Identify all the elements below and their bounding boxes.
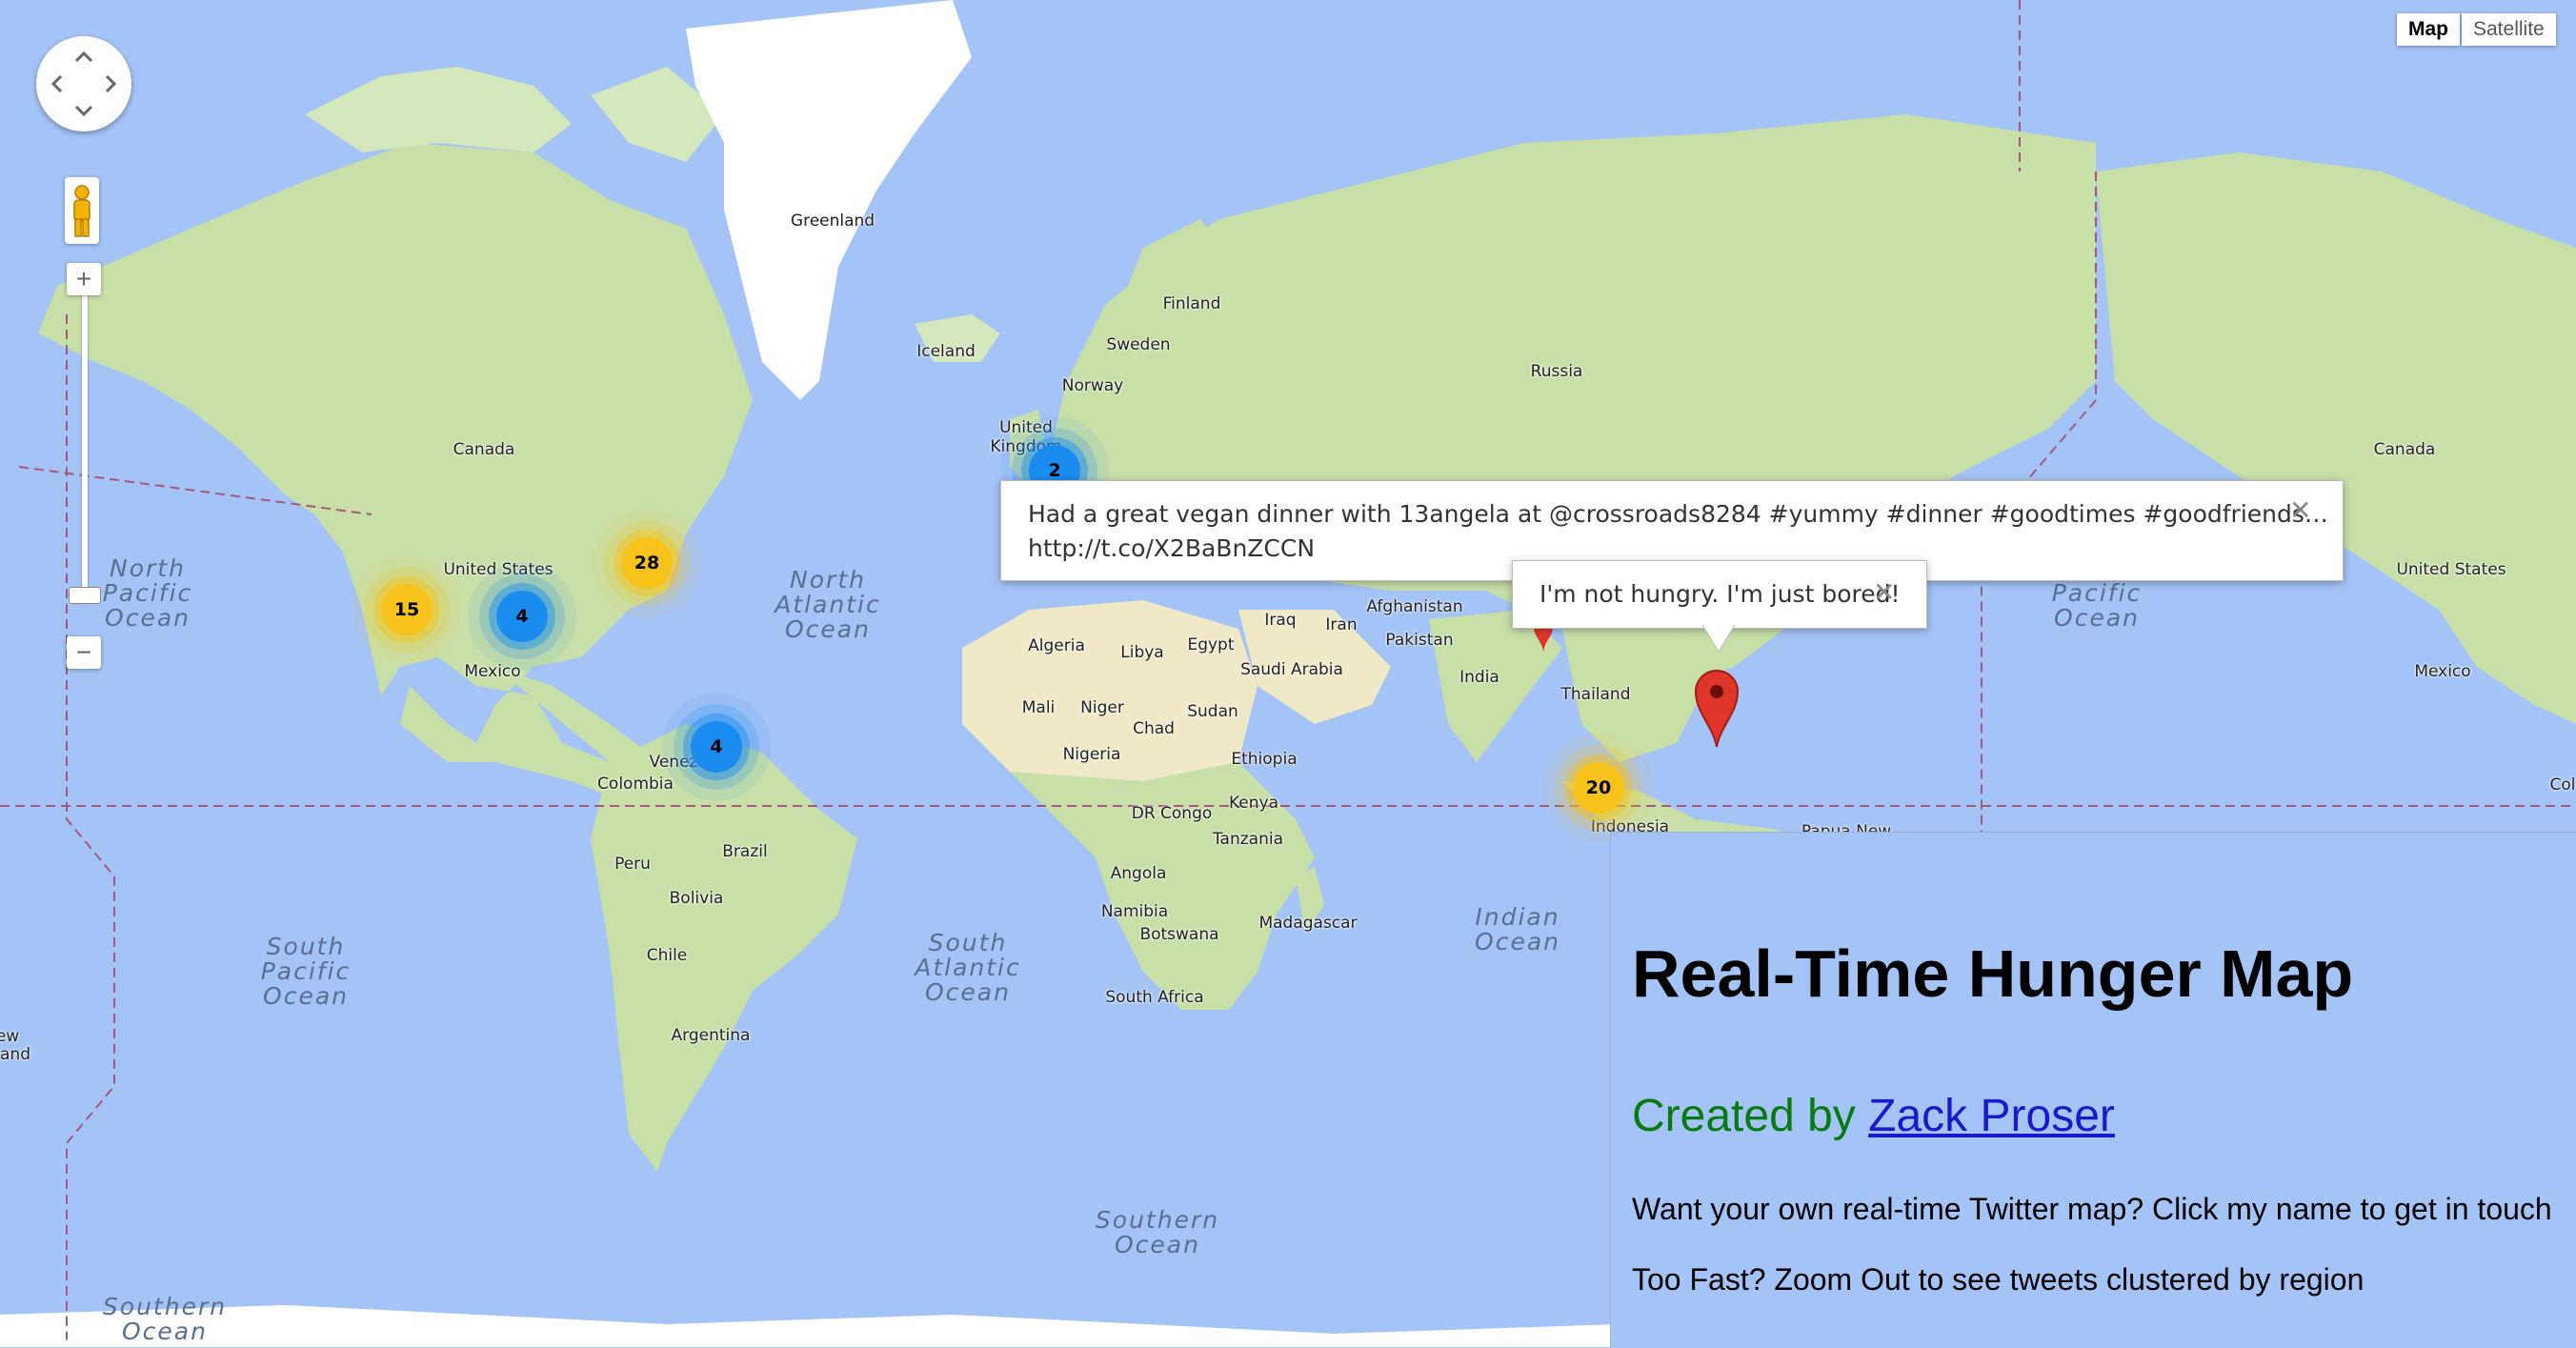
- tweet-info-window: I'm not hungry. I'm just bored! ✕: [1512, 560, 1927, 629]
- map-type-map-button[interactable]: Map: [2397, 13, 2460, 46]
- cluster-marker-venezuela[interactable]: 4: [691, 721, 742, 773]
- label-thailand: Thailand: [1560, 685, 1631, 704]
- info-panel: Real-Time Hunger Map Created by Zack Pro…: [1610, 832, 2576, 1348]
- label-mexico: Mexico: [464, 662, 521, 681]
- label-ew-edge: ew: [0, 1027, 20, 1046]
- google-logo: Google: [10, 1326, 117, 1347]
- ocean-south-pacific: South Pacific Ocean: [260, 933, 352, 1010]
- label-iran: Iran: [1325, 615, 1358, 634]
- label-finland: Finland: [1162, 294, 1221, 313]
- label-angola: Angola: [1110, 864, 1167, 883]
- label-niger: Niger: [1080, 698, 1124, 717]
- pan-control[interactable]: [36, 36, 131, 131]
- label-iceland: Iceland: [916, 342, 976, 361]
- label-argentina: Argentina: [671, 1026, 751, 1045]
- zoom-in-button[interactable]: +: [67, 263, 101, 295]
- zoom-hint-text: Too Fast? Zoom Out to see tweets cluster…: [1632, 1262, 2365, 1297]
- label-canada-east: Canada: [2373, 440, 2436, 459]
- tweet-text: I'm not hungry. I'm just bored!: [1540, 580, 1901, 608]
- label-united-states-east: United States: [2396, 560, 2506, 579]
- label-iraq: Iraq: [1264, 611, 1297, 630]
- label-egypt: Egypt: [1187, 635, 1235, 654]
- info-window-tail: [1702, 625, 1735, 653]
- zoom-out-button[interactable]: −: [67, 636, 101, 669]
- label-norway: Norway: [1061, 376, 1124, 395]
- cluster-marker-east-us[interactable]: 28: [621, 537, 673, 589]
- label-col-edge: Col: [2549, 775, 2576, 795]
- label-and-edge: and: [0, 1045, 30, 1064]
- label-mali: Mali: [1021, 698, 1056, 717]
- ocean-indian: Indian Ocean: [1475, 903, 1560, 956]
- label-botswana: Botswana: [1139, 925, 1219, 944]
- credit-prefix: Created by: [1632, 1091, 1856, 1141]
- street-view-pegman[interactable]: [65, 177, 99, 244]
- zoom-slider-track[interactable]: [82, 286, 88, 600]
- zoom-slider-handle[interactable]: [69, 587, 101, 604]
- contact-text: Want your own real-time Twitter map? Cli…: [1632, 1192, 2552, 1226]
- label-afghanistan: Afghanistan: [1366, 597, 1463, 616]
- close-icon[interactable]: ✕: [2289, 494, 2311, 526]
- label-colombia: Colombia: [597, 775, 674, 794]
- ocean-south-atlantic: South Atlantic Ocean: [915, 929, 1021, 1006]
- cluster-marker-indonesia[interactable]: 20: [1573, 762, 1624, 814]
- label-ethiopia: Ethiopia: [1231, 750, 1298, 769]
- label-bolivia: Bolivia: [669, 889, 724, 908]
- label-chad: Chad: [1133, 719, 1175, 738]
- ocean-southern-left: Southern Ocean: [102, 1293, 228, 1345]
- label-mexico-east: Mexico: [2414, 662, 2471, 681]
- pan-arrows-icon: [50, 50, 117, 117]
- tweet-link[interactable]: http://t.co/X2BaBnZCCN: [1028, 534, 1315, 562]
- label-algeria: Algeria: [1028, 636, 1085, 655]
- map-type-satellite-button[interactable]: Satellite: [2462, 13, 2556, 46]
- credit-line: Created by Zack Proser: [1632, 1090, 2115, 1142]
- ocean-southern: Southern Ocean: [1095, 1206, 1220, 1258]
- label-nigeria: Nigeria: [1062, 745, 1121, 764]
- ocean-north-pacific: North Pacific Ocean: [102, 554, 193, 632]
- label-saudi-arabia: Saudi Arabia: [1240, 660, 1343, 679]
- label-libya: Libya: [1120, 643, 1164, 662]
- cluster-marker-central-us[interactable]: 4: [496, 591, 548, 642]
- cluster-marker-west-us[interactable]: 15: [381, 584, 433, 635]
- author-link[interactable]: Zack Proser: [1868, 1091, 2115, 1141]
- ocean-north-atlantic: North Atlantic Ocean: [775, 566, 881, 643]
- map-pin-icon[interactable]: [1694, 669, 1740, 749]
- page-title: Real-Time Hunger Map: [1632, 936, 2354, 1011]
- label-chile: Chile: [646, 946, 688, 965]
- label-venezuela: Venez: [649, 753, 698, 772]
- label-madagascar: Madagascar: [1258, 914, 1358, 933]
- pegman-icon: [73, 185, 91, 237]
- label-canada: Canada: [453, 440, 515, 459]
- label-dr-congo: DR Congo: [1131, 804, 1213, 823]
- label-brazil: Brazil: [722, 842, 768, 861]
- label-greenland: Greenland: [790, 211, 875, 231]
- label-sweden: Sweden: [1106, 335, 1171, 354]
- label-peru: Peru: [614, 855, 651, 874]
- label-pakistan: Pakistan: [1385, 631, 1454, 650]
- ocean-pacific-east: Pacific Ocean: [2051, 579, 2143, 632]
- label-namibia: Namibia: [1100, 902, 1169, 921]
- close-icon[interactable]: ✕: [1873, 576, 1895, 608]
- label-united-states: United States: [443, 560, 553, 579]
- label-sudan: Sudan: [1187, 702, 1238, 721]
- label-tanzania: Tanzania: [1212, 830, 1284, 849]
- label-kenya: Kenya: [1228, 794, 1279, 813]
- tweet-text: Had a great vegan dinner with 13angela a…: [1028, 500, 2328, 528]
- label-south-africa: South Africa: [1105, 988, 1204, 1007]
- label-india: India: [1459, 668, 1499, 687]
- label-russia: Russia: [1530, 362, 1583, 381]
